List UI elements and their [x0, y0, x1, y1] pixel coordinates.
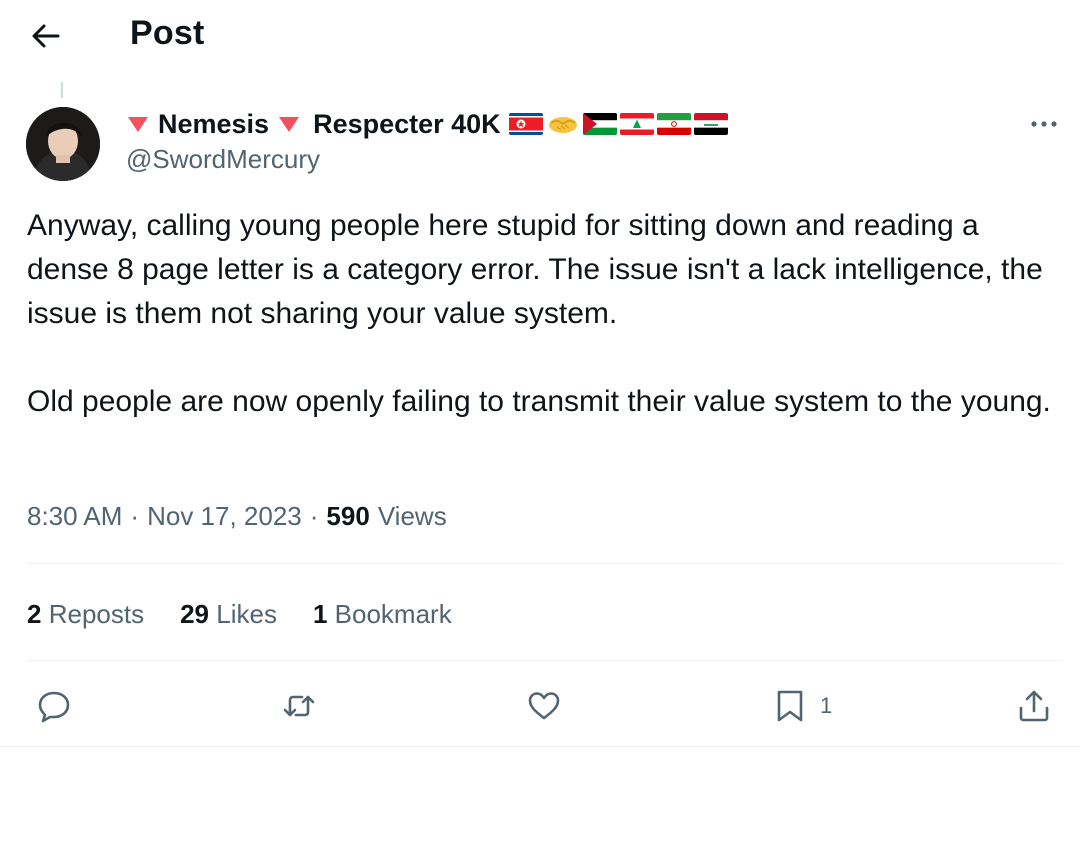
views-count: 590	[326, 500, 370, 531]
bookmark-icon	[777, 690, 803, 722]
divider	[27, 660, 1062, 661]
heart-icon	[528, 692, 560, 720]
views-label: Views	[377, 500, 447, 531]
reposts-stat[interactable]: 2 Reposts	[27, 599, 144, 630]
handshake-icon	[548, 117, 577, 133]
back-button[interactable]	[26, 18, 66, 54]
red-triangle-icon	[128, 117, 148, 132]
reposts-label: Reposts	[48, 598, 145, 629]
likes-count: 29	[180, 598, 210, 629]
meta-separator: ·	[130, 500, 140, 531]
page-title: Post	[130, 14, 205, 52]
author-display-name[interactable]: Nemesis Respecter 40K	[126, 106, 728, 142]
arrow-left-icon	[32, 24, 60, 48]
reply-icon	[38, 691, 70, 723]
share-icon	[1019, 690, 1049, 722]
repost-icon	[283, 695, 315, 717]
thread-line	[61, 82, 63, 98]
post-date[interactable]: Nov 17, 2023	[147, 501, 302, 532]
post-text: Anyway, calling young people here stupid…	[27, 209, 1051, 418]
meta-separator: ·	[309, 500, 319, 531]
likes-stat[interactable]: 29 Likes	[180, 599, 277, 630]
flag-lebanon-icon	[619, 113, 654, 135]
avatar[interactable]	[26, 107, 100, 181]
reposts-count: 2	[27, 598, 42, 629]
action-bar: 1	[0, 680, 1080, 732]
bookmark-action-count: 1	[820, 693, 833, 718]
flag-iran-icon	[656, 113, 691, 135]
divider	[27, 563, 1062, 564]
avatar-image	[26, 107, 100, 181]
display-name-part-1: Nemesis	[158, 108, 270, 139]
author-handle[interactable]: @SwordMercury	[126, 144, 320, 175]
post-meta: 8:30 AM · Nov 17, 2023 · 590 Views	[27, 496, 447, 536]
flag-palestine-icon	[582, 113, 617, 135]
red-triangle-icon	[279, 117, 300, 132]
share-button[interactable]	[1016, 680, 1052, 732]
engagement-stats: 2 Reposts 29 Likes 1 Bookmark	[27, 592, 488, 636]
bookmarks-stat[interactable]: 1 Bookmark	[313, 599, 452, 630]
flag-iraq-icon	[693, 113, 728, 135]
reply-button[interactable]	[36, 680, 72, 732]
more-dots-icon	[1031, 121, 1057, 127]
display-name-part-2: Respecter 40K	[313, 108, 501, 139]
name-emoji-flags	[508, 113, 728, 135]
post-page: Post Nemesis Respecter 40K @SwordMercury…	[0, 0, 1080, 844]
bottom-divider	[0, 746, 1080, 747]
post-time[interactable]: 8:30 AM	[27, 501, 122, 532]
top-bar: Post	[0, 0, 1080, 72]
flag-north-korea-icon	[508, 113, 543, 135]
bookmarks-label: Bookmark	[334, 598, 452, 629]
bookmark-button[interactable]: 1	[772, 680, 832, 732]
bookmarks-count: 1	[312, 598, 328, 629]
more-options-button[interactable]	[1028, 112, 1062, 136]
likes-label: Likes	[216, 598, 277, 629]
like-button[interactable]	[526, 680, 562, 732]
repost-button[interactable]	[281, 680, 317, 732]
